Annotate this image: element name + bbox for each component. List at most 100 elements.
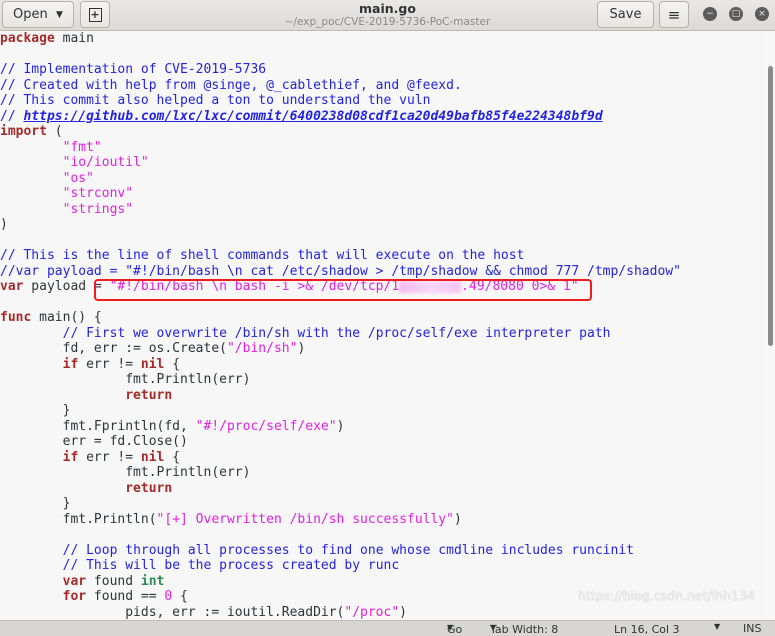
code-line: "strconv" — [0, 186, 762, 202]
code-token: found — [86, 573, 141, 589]
header-bar: Open ▼ + main.go ~/exp_poc/CVE-2019-5736… — [0, 0, 775, 31]
code-token: return — [125, 480, 173, 496]
code-line: // This commit also helped a ton to unde… — [0, 93, 762, 109]
insert-mode: INS — [743, 622, 762, 635]
code-token: // This will be the process created by r… — [62, 558, 400, 573]
payload-highlight-box — [94, 279, 592, 301]
code-token: for — [62, 589, 87, 604]
code-token: "os" — [62, 170, 94, 186]
tab-width-label: Tab Width: 8 — [490, 623, 559, 636]
code-line: } — [0, 496, 762, 512]
status-bar: Go ▼ Tab Width: 8 ▼ Ln 16, Col 3 ▼ INS — [0, 620, 775, 636]
code-token: ) — [297, 341, 306, 356]
code-token: var — [62, 573, 87, 589]
hamburger-icon: ≡ — [667, 5, 681, 24]
code-token: return — [125, 387, 173, 403]
code-line: // Created with help from @singe, @_cabl… — [0, 78, 762, 94]
menu-button[interactable]: ≡ — [659, 1, 689, 28]
code-token: fmt.Fprintln(fd, — [0, 418, 196, 434]
code-line: pids, err := ioutil.ReadDir("/proc") — [0, 605, 762, 621]
code-line: import ( — [0, 124, 762, 140]
code-line: // This is the line of shell commands th… — [0, 248, 762, 264]
code-token: // This is the line of shell commands th… — [0, 248, 525, 263]
code-line: "os" — [0, 171, 762, 187]
code-token: // Created with help from @singe, @_cabl… — [0, 77, 462, 93]
code-token: found == — [86, 589, 165, 604]
code-token: // Loop through all processes to find on… — [62, 542, 634, 558]
code-line: // This will be the process created by r… — [0, 558, 762, 574]
code-token: // First we overwrite /bin/sh with the /… — [62, 325, 611, 341]
code-token: err = fd.Close() — [0, 434, 188, 449]
code-token: fmt.Println(err) — [0, 372, 251, 387]
code-line: // First we overwrite /bin/sh with the /… — [0, 326, 762, 342]
code-token: var — [0, 279, 24, 294]
code-line: "fmt" — [0, 140, 762, 156]
code-line: err = fd.Close() — [0, 434, 762, 450]
code-token: "strconv" — [62, 186, 134, 201]
code-token: if — [62, 356, 79, 372]
code-token: // This commit also helped a ton to unde… — [0, 93, 431, 108]
code-line: } — [0, 403, 762, 419]
save-button[interactable]: Save — [597, 1, 654, 28]
code-editor[interactable]: package main // Implementation of CVE-20… — [0, 31, 762, 620]
chevron-down-icon[interactable]: ▼ — [714, 622, 720, 631]
code-token: if — [62, 449, 79, 465]
code-line: "strings" — [0, 202, 762, 218]
minimize-button[interactable]: − — [703, 7, 717, 21]
code-token: ( — [46, 124, 63, 139]
scrollbar-thumb[interactable] — [768, 66, 773, 346]
code-token: https://github.com/lxc/lxc/commit/640023… — [23, 108, 603, 124]
code-token: err != — [78, 449, 141, 465]
close-button[interactable]: × — [755, 7, 769, 21]
code-token: // Implementation of CVE-2019-5736 — [0, 62, 267, 77]
code-token: ) — [336, 418, 345, 434]
code-token: "strings" — [62, 201, 134, 217]
code-line: fd, err := os.Create("/bin/sh") — [0, 341, 762, 357]
code-line: ) — [0, 217, 762, 233]
code-token: func — [0, 310, 32, 325]
code-token: main — [54, 31, 94, 46]
code-token: int — [140, 573, 165, 589]
code-token: nil — [140, 449, 165, 465]
code-line: fmt.Println(err) — [0, 372, 762, 388]
code-token: "[+] Overwritten /bin/sh successfully" — [156, 511, 454, 527]
code-line: if err != nil { — [0, 357, 762, 373]
code-line: fmt.Fprintln(fd, "#!/proc/self/exe") — [0, 419, 762, 435]
code-token: fmt.Println(err) — [0, 465, 251, 480]
code-token: //var payload = "#!/bin/bash \n cat /etc… — [0, 263, 681, 279]
chevron-down-icon: ▼ — [447, 623, 454, 632]
code-line: return — [0, 388, 762, 404]
code-line: var found int — [0, 574, 762, 590]
code-token: // — [0, 108, 24, 124]
code-token: package — [0, 31, 55, 46]
code-token: ) — [399, 604, 407, 620]
code-token: fd, err := os.Create( — [0, 341, 227, 356]
code-line: // https://github.com/lxc/lxc/commit/640… — [0, 109, 762, 125]
code-token: ) — [453, 511, 462, 527]
code-token: pids, err := ioutil.ReadDir( — [0, 604, 345, 620]
maximize-button[interactable]: □ — [729, 7, 743, 21]
code-token: import — [0, 124, 47, 139]
code-token: main() { — [31, 310, 102, 325]
code-token: { — [164, 356, 181, 372]
code-token: { — [172, 589, 188, 604]
code-token: "io/ioutil" — [62, 155, 149, 170]
code-line: //var payload = "#!/bin/bash \n cat /etc… — [0, 264, 762, 280]
scrollbar[interactable] — [764, 31, 775, 620]
code-token: "/proc" — [344, 604, 400, 620]
code-token: { — [164, 449, 181, 465]
code-token: nil — [140, 356, 165, 372]
